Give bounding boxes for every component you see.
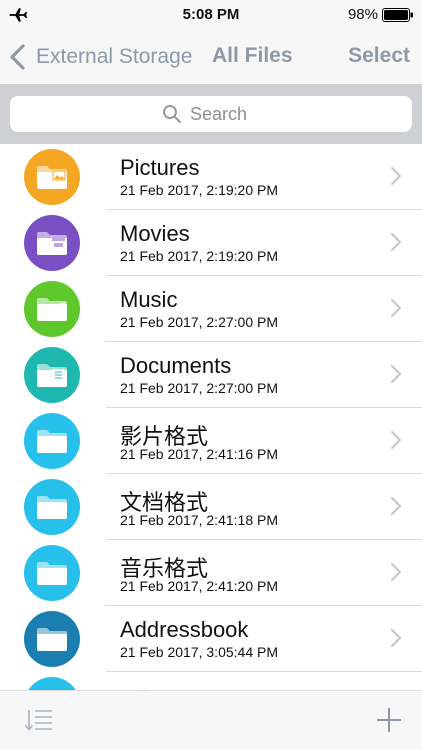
chevron-right-icon <box>390 298 402 318</box>
folder-icon <box>37 562 67 585</box>
file-row[interactable]: Pictures 21 Feb 2017, 2:19:20 PM <box>0 144 422 210</box>
chevron-right-icon <box>390 364 402 384</box>
chevron-right-icon <box>390 430 402 450</box>
page-title: All Files <box>212 44 293 67</box>
folder-badge <box>24 611 80 667</box>
chevron-right-icon <box>390 232 402 252</box>
file-name: Music <box>120 287 178 312</box>
file-name: Pictures <box>120 155 200 180</box>
sort-icon[interactable] <box>24 707 54 733</box>
chevron-right-icon <box>390 628 402 648</box>
folder-pictures-icon <box>37 166 67 189</box>
file-row[interactable]: 音乐格式 21 Feb 2017, 2:41:20 PM <box>0 540 422 606</box>
back-button-label: External Storage <box>36 45 193 68</box>
file-name: 通讯录 <box>120 683 186 690</box>
status-bar: 5:08 PM 98% <box>0 0 422 30</box>
folder-movies-icon <box>37 232 67 255</box>
file-date: 21 Feb 2017, 2:19:20 PM <box>120 248 278 264</box>
folder-badge <box>24 347 80 403</box>
file-row[interactable]: Addressbook 21 Feb 2017, 3:05:44 PM <box>0 606 422 672</box>
add-icon[interactable] <box>376 707 402 733</box>
file-row[interactable]: Documents 21 Feb 2017, 2:27:00 PM <box>0 342 422 408</box>
folder-badge <box>24 413 80 469</box>
search-bar <box>0 84 422 144</box>
folder-badge <box>24 545 80 601</box>
folder-documents-icon <box>37 364 67 387</box>
file-row[interactable]: 影片格式 21 Feb 2017, 2:41:16 PM <box>0 408 422 474</box>
folder-badge <box>24 479 80 535</box>
folder-badge <box>24 215 80 271</box>
file-date: 21 Feb 2017, 2:41:16 PM <box>120 446 278 462</box>
navigation-bar: External Storage All Files Select <box>0 30 422 84</box>
file-row[interactable]: 文档格式 21 Feb 2017, 2:41:18 PM <box>0 474 422 540</box>
file-row[interactable]: Movies 21 Feb 2017, 2:19:20 PM <box>0 210 422 276</box>
chevron-right-icon <box>390 562 402 582</box>
back-button[interactable]: External Storage <box>8 42 192 72</box>
file-date: 21 Feb 2017, 2:27:00 PM <box>120 380 278 396</box>
battery-icon <box>382 8 413 22</box>
folder-icon <box>37 496 67 519</box>
file-date: 21 Feb 2017, 2:41:18 PM <box>120 512 278 528</box>
file-row[interactable]: Music 21 Feb 2017, 2:27:00 PM <box>0 276 422 342</box>
battery-percentage: 98% <box>347 6 378 23</box>
file-date: 21 Feb 2017, 2:19:20 PM <box>120 182 278 198</box>
file-date: 21 Feb 2017, 2:41:20 PM <box>120 578 278 594</box>
bottom-toolbar <box>0 690 422 750</box>
folder-music-icon <box>37 298 67 321</box>
search-field[interactable] <box>10 96 412 132</box>
folder-badge <box>24 677 80 690</box>
folder-contacts-icon <box>37 628 67 651</box>
chevron-right-icon <box>390 496 402 516</box>
folder-badge <box>24 281 80 337</box>
folder-badge <box>24 149 80 205</box>
select-button[interactable]: Select <box>348 44 410 68</box>
chevron-left-icon <box>10 44 25 70</box>
file-name: Movies <box>120 221 190 246</box>
search-input[interactable] <box>190 103 260 125</box>
chevron-right-icon <box>390 166 402 186</box>
folder-icon <box>37 430 67 453</box>
file-list: Pictures 21 Feb 2017, 2:19:20 PM Movies 21 … <box>0 144 422 690</box>
file-date: 21 Feb 2017, 2:27:00 PM <box>120 314 278 330</box>
file-date: 21 Feb 2017, 3:05:44 PM <box>120 644 278 660</box>
file-row[interactable]: 通讯录 <box>0 672 422 690</box>
file-name: Addressbook <box>120 617 249 642</box>
search-icon <box>163 105 181 123</box>
file-name: Documents <box>120 353 232 378</box>
